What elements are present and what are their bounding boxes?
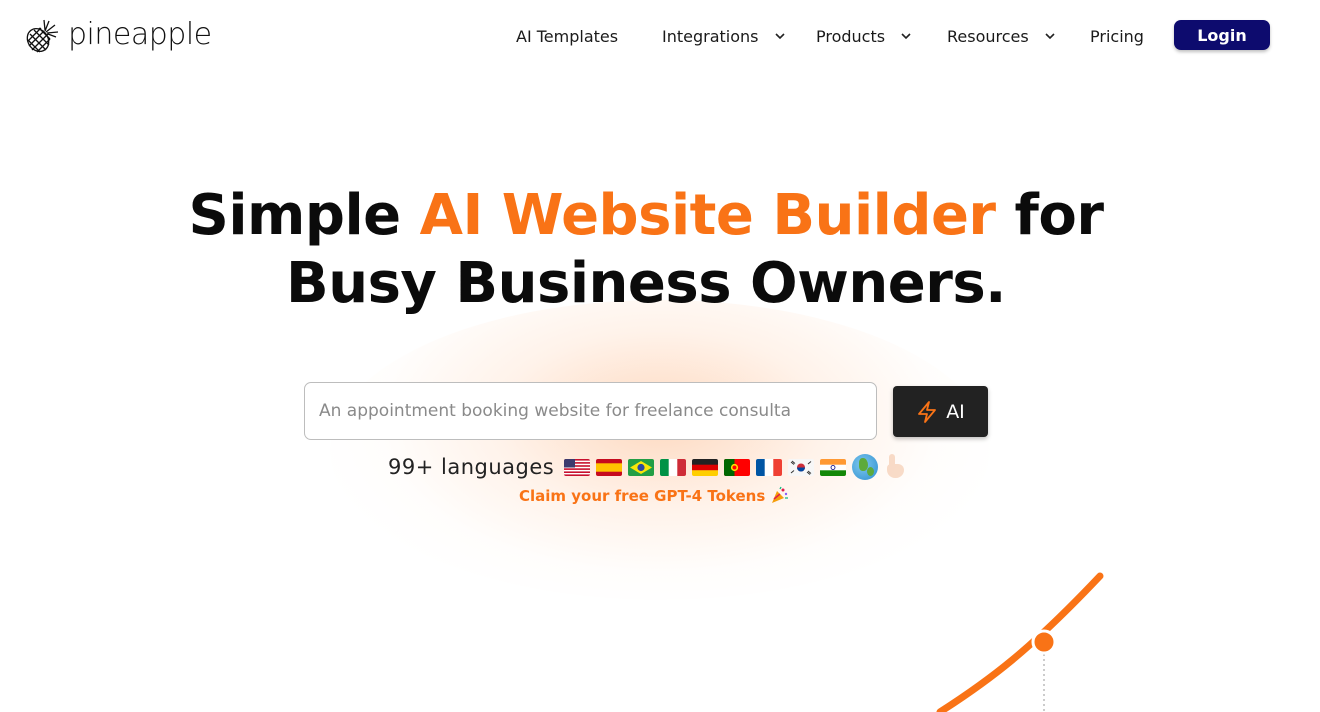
languages-label: 99+ languages bbox=[388, 455, 555, 479]
nav-item-pricing[interactable]: Pricing bbox=[1090, 22, 1144, 50]
nav-label: Integrations bbox=[662, 26, 759, 46]
france-flag-icon bbox=[756, 458, 783, 476]
india-flag-icon bbox=[820, 458, 847, 476]
nav-label: Resources bbox=[947, 26, 1029, 46]
pointing-hand-icon bbox=[884, 454, 906, 480]
us-flag-icon bbox=[564, 458, 591, 476]
ai-generate-button[interactable]: AI bbox=[893, 386, 988, 437]
italy-flag-icon bbox=[660, 458, 687, 476]
nav-label: Pricing bbox=[1090, 26, 1144, 46]
headline-part1: Simple bbox=[188, 183, 420, 248]
nav-item-integrations[interactable]: Integrations bbox=[662, 22, 787, 50]
hero-glow bbox=[330, 300, 990, 600]
nav-item-products[interactable]: Products bbox=[816, 22, 913, 50]
prompt-field[interactable] bbox=[304, 382, 877, 440]
login-button[interactable]: Login bbox=[1174, 20, 1270, 50]
page: pineapple AI Templates Integrations Prod… bbox=[0, 0, 1320, 712]
languages-row: 99+ languages bbox=[388, 452, 906, 482]
party-popper-icon bbox=[772, 486, 789, 503]
lightning-icon bbox=[918, 400, 937, 423]
growth-curve-graphic bbox=[936, 572, 1104, 712]
headline-part2: for bbox=[995, 183, 1104, 248]
germany-flag-icon bbox=[692, 458, 719, 476]
claim-text: Claim your free GPT-4 Tokens bbox=[519, 487, 766, 505]
claim-tokens-link[interactable]: Claim your free GPT-4 Tokens bbox=[519, 486, 789, 506]
nav-item-ai-templates[interactable]: AI Templates bbox=[516, 22, 618, 50]
hero-headline: Simple AI Website Builder for Busy Busin… bbox=[0, 182, 1292, 318]
globe-icon bbox=[852, 454, 879, 480]
chevron-down-icon bbox=[774, 33, 785, 40]
brazil-flag-icon bbox=[628, 458, 655, 476]
chevron-down-icon bbox=[901, 33, 911, 40]
headline-accent: AI Website Builder bbox=[419, 183, 996, 248]
nav-label: Products bbox=[816, 26, 886, 46]
site-header: pineapple AI Templates Integrations Prod… bbox=[0, 0, 1320, 72]
headline-line2: Busy Business Owners. bbox=[286, 251, 1006, 316]
korea-flag-icon bbox=[788, 458, 815, 476]
nav-item-resources[interactable]: Resources bbox=[947, 22, 1057, 50]
chevron-down-icon bbox=[1045, 33, 1055, 40]
prompt-input[interactable] bbox=[319, 401, 859, 421]
ai-button-label: AI bbox=[946, 400, 965, 423]
portugal-flag-icon bbox=[724, 458, 751, 476]
nav-label: AI Templates bbox=[516, 26, 619, 46]
main-nav: AI Templates Integrations Products Resou… bbox=[0, 22, 1320, 50]
spain-flag-icon bbox=[596, 458, 623, 476]
